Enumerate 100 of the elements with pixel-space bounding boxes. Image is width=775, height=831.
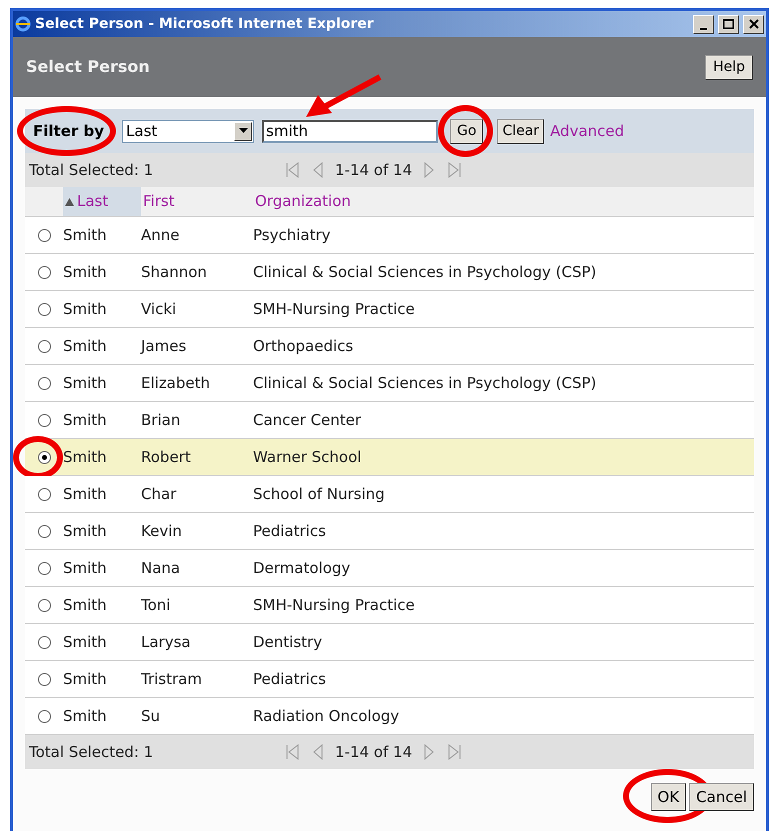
first-page-icon: [285, 162, 299, 178]
table-row[interactable]: Smith Kevin Pediatrics: [25, 513, 754, 550]
table-cell-text: Larysa: [141, 632, 192, 653]
table-cell-text: Smith: [63, 558, 108, 579]
radio-button[interactable]: [38, 524, 50, 538]
radio-button[interactable]: [38, 598, 50, 612]
table-cell-text: Smith: [63, 262, 108, 283]
radio-button[interactable]: [38, 414, 50, 426]
table-row[interactable]: Smith Larysa Dentistry: [25, 624, 754, 661]
search-field[interactable]: smith: [262, 120, 438, 142]
table-cell-text: Smith: [63, 298, 108, 320]
window-title: Select Person - Microsoft Internet Explorer: [35, 14, 375, 34]
table-cell-text: Smith: [63, 632, 108, 653]
table-cell-text: Char: [141, 484, 178, 505]
radio-button[interactable]: [38, 266, 50, 278]
clear-button[interactable]: Clear: [497, 118, 544, 144]
table-row[interactable]: Smith Tristram Pediatrics: [25, 661, 754, 698]
table-cell-text: Orthopaedics: [253, 336, 354, 357]
table-row[interactable]: Smith Robert Warner School: [25, 439, 754, 476]
column-header[interactable]: First: [141, 187, 253, 216]
table-cell-text: Elizabeth: [141, 372, 212, 394]
go-button[interactable]: Go: [450, 119, 484, 144]
table-cell-text: Toni: [141, 594, 172, 616]
table-row[interactable]: Smith James Orthopaedics: [25, 328, 754, 365]
browser-logo-icon: [15, 16, 31, 32]
table-cell-text: Radiation Oncology: [253, 706, 400, 727]
dialog-title: Select Person: [26, 56, 150, 78]
table-row[interactable]: Smith Anne Psychiatry: [25, 217, 754, 254]
radio-button[interactable]: [38, 450, 50, 464]
filter-label: Filter by: [33, 122, 104, 140]
total-selected-text: Total Selected: 1: [29, 160, 154, 181]
table-cell-text: Smith: [63, 410, 108, 431]
table-cell-text: Cancer Center: [253, 410, 362, 431]
table-cell-text: School of Nursing: [253, 484, 386, 505]
first-page-icon: [285, 744, 299, 760]
radio-button[interactable]: [38, 340, 50, 352]
column-header[interactable]: Last: [63, 187, 141, 216]
last-page-icon: [448, 744, 462, 760]
total-selected-text: Total Selected: 1: [29, 742, 154, 763]
maximize-icon: [723, 19, 734, 29]
table-row[interactable]: Smith Elizabeth Clinical & Social Sciences in Psychology (CSP): [25, 365, 754, 402]
minimize-icon: [700, 28, 707, 30]
table-cell-text: Clinical & Social Sciences in Psychology (CSP): [253, 372, 598, 394]
advanced-link[interactable]: Advanced: [550, 120, 624, 142]
sort-ascending-icon: [65, 198, 74, 206]
table-cell-text: James: [141, 336, 188, 357]
page-range-text: 1-14 of 14: [335, 742, 412, 763]
close-button[interactable]: [743, 14, 764, 34]
table-cell-text: Anne: [141, 224, 181, 246]
table-cell-text: Nana: [141, 558, 182, 579]
table-cell-text: Smith: [63, 594, 108, 616]
table-cell-text: Dentistry: [253, 632, 324, 653]
radio-button[interactable]: [38, 488, 50, 500]
dialog-button[interactable]: Cancel: [689, 783, 754, 811]
help-button[interactable]: Help: [705, 54, 753, 80]
table-row[interactable]: Smith Brian Cancer Center: [25, 402, 754, 439]
table-row[interactable]: Smith Vicki SMH-Nursing Practice: [25, 291, 754, 328]
column-header[interactable]: Organization: [253, 187, 754, 216]
filter-field-dropdown[interactable]: Last: [122, 120, 254, 142]
radio-button[interactable]: [38, 710, 50, 722]
maximize-button[interactable]: [718, 14, 739, 34]
table-cell-text: SMH-Nursing Practice: [253, 298, 416, 320]
table-row[interactable]: Smith Char School of Nursing: [25, 476, 754, 513]
table-row[interactable]: Smith Toni SMH-Nursing Practice: [25, 587, 754, 624]
table-row[interactable]: Smith Shannon Clinical & Social Sciences in Psychology (CSP): [25, 254, 754, 291]
table-cell-text: Smith: [63, 446, 108, 468]
caret-icon: [238, 128, 248, 134]
next-page-icon: [422, 744, 436, 760]
table-cell-text: SMH-Nursing Practice: [253, 594, 416, 616]
table-cell-text: Warner School: [253, 446, 362, 468]
radio-button[interactable]: [38, 376, 50, 390]
previous-page-icon: [311, 744, 325, 760]
radio-button[interactable]: [38, 228, 50, 242]
close-icon: [748, 19, 758, 29]
table-cell-text: Dermatology: [253, 558, 352, 579]
table-cell-text: Kevin: [141, 520, 183, 542]
radio-button[interactable]: [38, 672, 50, 686]
table-cell-text: Smith: [63, 484, 108, 505]
table-cell-text: Smith: [63, 668, 108, 690]
table-cell-text: Brian: [141, 410, 182, 431]
radio-button[interactable]: [38, 302, 50, 316]
radio-button[interactable]: [38, 636, 50, 648]
page-range-text: 1-14 of 14: [335, 160, 412, 181]
table-cell-text: Robert: [141, 446, 192, 468]
next-page-icon: [422, 162, 436, 178]
table-cell-text: Pediatrics: [253, 668, 327, 690]
table-cell-text: Smith: [63, 520, 108, 542]
minimize-button[interactable]: [693, 14, 714, 34]
table-cell-text: Vicki: [141, 298, 178, 320]
table-cell-text: Smith: [63, 224, 108, 246]
table-cell-text: Shannon: [141, 262, 208, 283]
table-cell-text: Clinical & Social Sciences in Psychology (CSP): [253, 262, 598, 283]
radio-button[interactable]: [38, 562, 50, 574]
table-cell-text: Pediatrics: [253, 520, 327, 542]
table-cell-text: Tristram: [141, 668, 203, 690]
previous-page-icon: [311, 162, 325, 178]
dialog-button[interactable]: OK: [650, 783, 686, 811]
table-row[interactable]: Smith Su Radiation Oncology: [25, 698, 754, 735]
table-cell-text: Psychiatry: [253, 224, 332, 246]
table-row[interactable]: Smith Nana Dermatology: [25, 550, 754, 587]
